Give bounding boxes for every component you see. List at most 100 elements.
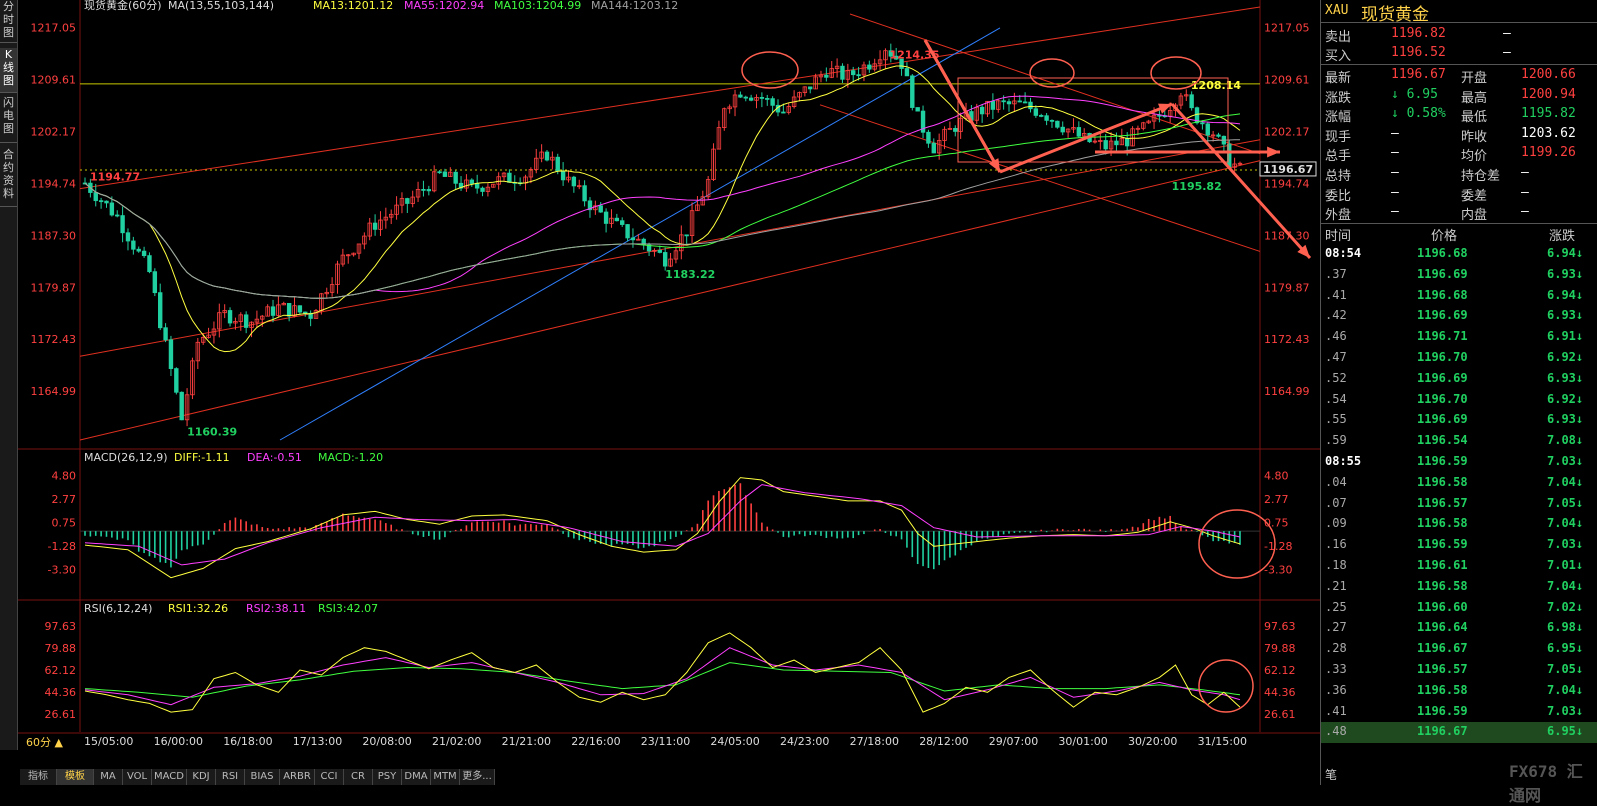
tick-list[interactable]: 08:54 1196.68 6.94↓ .37 1196.69 6.93↓ .41 1196.… [1321, 244, 1597, 744]
candle-body [1049, 119, 1055, 122]
indicator-tab[interactable]: PSY [373, 769, 402, 785]
candle [286, 302, 292, 322]
candle-body [147, 255, 152, 273]
candle [1216, 132, 1221, 138]
tick-row[interactable]: .25 1196.60 7.02↓ [1321, 598, 1597, 619]
tick-row[interactable]: 08:54 1196.68 6.94↓ [1321, 244, 1597, 265]
candle [437, 170, 442, 174]
tick-row[interactable]: .52 1196.69 6.93↓ [1321, 369, 1597, 390]
indicator-tab[interactable]: RSI [216, 769, 245, 785]
tab-trades[interactable]: 笔 [1325, 766, 1337, 783]
tick-row[interactable]: .07 1196.57 7.05↓ [1321, 494, 1597, 515]
candle-body [120, 215, 125, 234]
candle-body [824, 74, 829, 78]
candle [1012, 92, 1017, 112]
candle [834, 58, 840, 78]
candle [378, 211, 383, 236]
tick-row[interactable]: .55 1196.69 6.93↓ [1321, 410, 1597, 431]
candle [431, 165, 437, 193]
candle [125, 228, 131, 251]
x-tick-label: 30/01:00 [1058, 735, 1108, 748]
rsi-tick-right: 44.36 [1264, 686, 1296, 699]
candle [501, 172, 507, 181]
candle [1039, 113, 1044, 118]
indicator-tab[interactable]: 模板 [57, 769, 94, 785]
candle [1178, 92, 1184, 110]
indicator-tab[interactable]: DMA [402, 769, 431, 785]
indicator-tab[interactable]: 更多... [460, 769, 495, 785]
candle [786, 102, 791, 115]
macd-tick-right: 4.80 [1264, 469, 1289, 482]
tick-row[interactable]: .54 1196.70 6.92↓ [1321, 390, 1597, 411]
indicator-tab[interactable]: VOL [123, 769, 152, 785]
candle [120, 206, 125, 243]
tick-row[interactable]: .36 1196.58 7.04↓ [1321, 681, 1597, 702]
indicator-tab[interactable]: MACD [152, 769, 187, 785]
candle [131, 236, 136, 255]
quote-row: 现手 — 昨收 1203.62 [1325, 125, 1576, 145]
candle [818, 70, 824, 83]
tick-row[interactable]: .59 1196.54 7.08↓ [1321, 431, 1597, 452]
indicator-tab[interactable]: ARBR [280, 769, 315, 785]
candle [265, 304, 270, 317]
rsi-tick-left: 62.12 [45, 664, 77, 677]
tick-row[interactable]: .16 1196.59 7.03↓ [1321, 535, 1597, 556]
candle [217, 303, 222, 338]
candle [840, 63, 845, 84]
candle [953, 125, 958, 137]
indicator-tab[interactable]: MA [94, 769, 123, 785]
indicator-tab[interactable]: CCI [315, 769, 344, 785]
x-tick-label: 29/07:00 [988, 735, 1039, 748]
candle [356, 243, 362, 260]
candle-body [979, 106, 985, 115]
period-selector[interactable]: 60分 ▲ [26, 734, 63, 750]
tick-row[interactable]: .37 1196.69 6.93↓ [1321, 265, 1597, 286]
candle-body [437, 171, 442, 174]
indicator-tab[interactable]: MTM [431, 769, 460, 785]
tick-row[interactable]: .21 1196.58 7.04↓ [1321, 577, 1597, 598]
candle [1065, 128, 1071, 138]
tick-row[interactable]: .28 1196.67 6.95↓ [1321, 639, 1597, 660]
candle-body [555, 156, 560, 172]
tick-row[interactable]: .42 1196.69 6.93↓ [1321, 306, 1597, 327]
tick-row[interactable]: .41 1196.59 7.03↓ [1321, 702, 1597, 723]
candle-body [158, 292, 163, 329]
tick-row[interactable]: .46 1196.71 6.91↓ [1321, 327, 1597, 348]
tick-row[interactable]: .41 1196.68 6.94↓ [1321, 286, 1597, 307]
tick-row[interactable]: .47 1196.70 6.92↓ [1321, 348, 1597, 369]
tick-row[interactable]: .04 1196.58 7.04↓ [1321, 473, 1597, 494]
candle [243, 311, 249, 334]
price-tick-left: 1179.87 [31, 281, 77, 294]
tick-row[interactable]: .09 1196.58 7.04↓ [1321, 514, 1597, 535]
indicator-tab[interactable]: CR [344, 769, 373, 785]
candle [281, 301, 286, 306]
tick-row[interactable]: .27 1196.64 6.98↓ [1321, 618, 1597, 639]
candle [646, 242, 652, 256]
candle [1076, 121, 1082, 138]
candle [383, 207, 389, 229]
tick-row[interactable]: .48 1196.67 6.95↓ [1321, 722, 1597, 744]
candle [399, 192, 405, 214]
candle [147, 252, 152, 274]
indicator-tab[interactable]: KDJ [187, 769, 216, 785]
candle [765, 94, 770, 106]
indicator-tab[interactable]: BIAS [245, 769, 280, 785]
candle [759, 92, 765, 108]
tick-row[interactable]: 08:55 1196.59 7.03↓ [1321, 452, 1597, 473]
candle [748, 94, 754, 102]
candle [179, 391, 184, 421]
candle-body [625, 224, 630, 239]
rsi2-value: RSI2:38.11 [246, 602, 306, 615]
tick-row[interactable]: .18 1196.61 7.01↓ [1321, 556, 1597, 577]
price-tick-right: 1217.05 [1264, 22, 1310, 35]
candle [689, 202, 695, 243]
tick-row[interactable]: .33 1196.57 7.05↓ [1321, 660, 1597, 681]
candle-body [1001, 100, 1006, 103]
indicator-tab[interactable]: 指标 [20, 769, 57, 785]
quote-table: 最新 1196.67 开盘 1200.66 涨跌 ↓ 6.95 最高 1200.94 涨幅 ↓ 0… [1321, 66, 1597, 226]
candle [636, 233, 641, 241]
candle [394, 196, 399, 220]
candle [340, 248, 346, 267]
candle [861, 61, 867, 82]
candle-body [98, 200, 104, 203]
